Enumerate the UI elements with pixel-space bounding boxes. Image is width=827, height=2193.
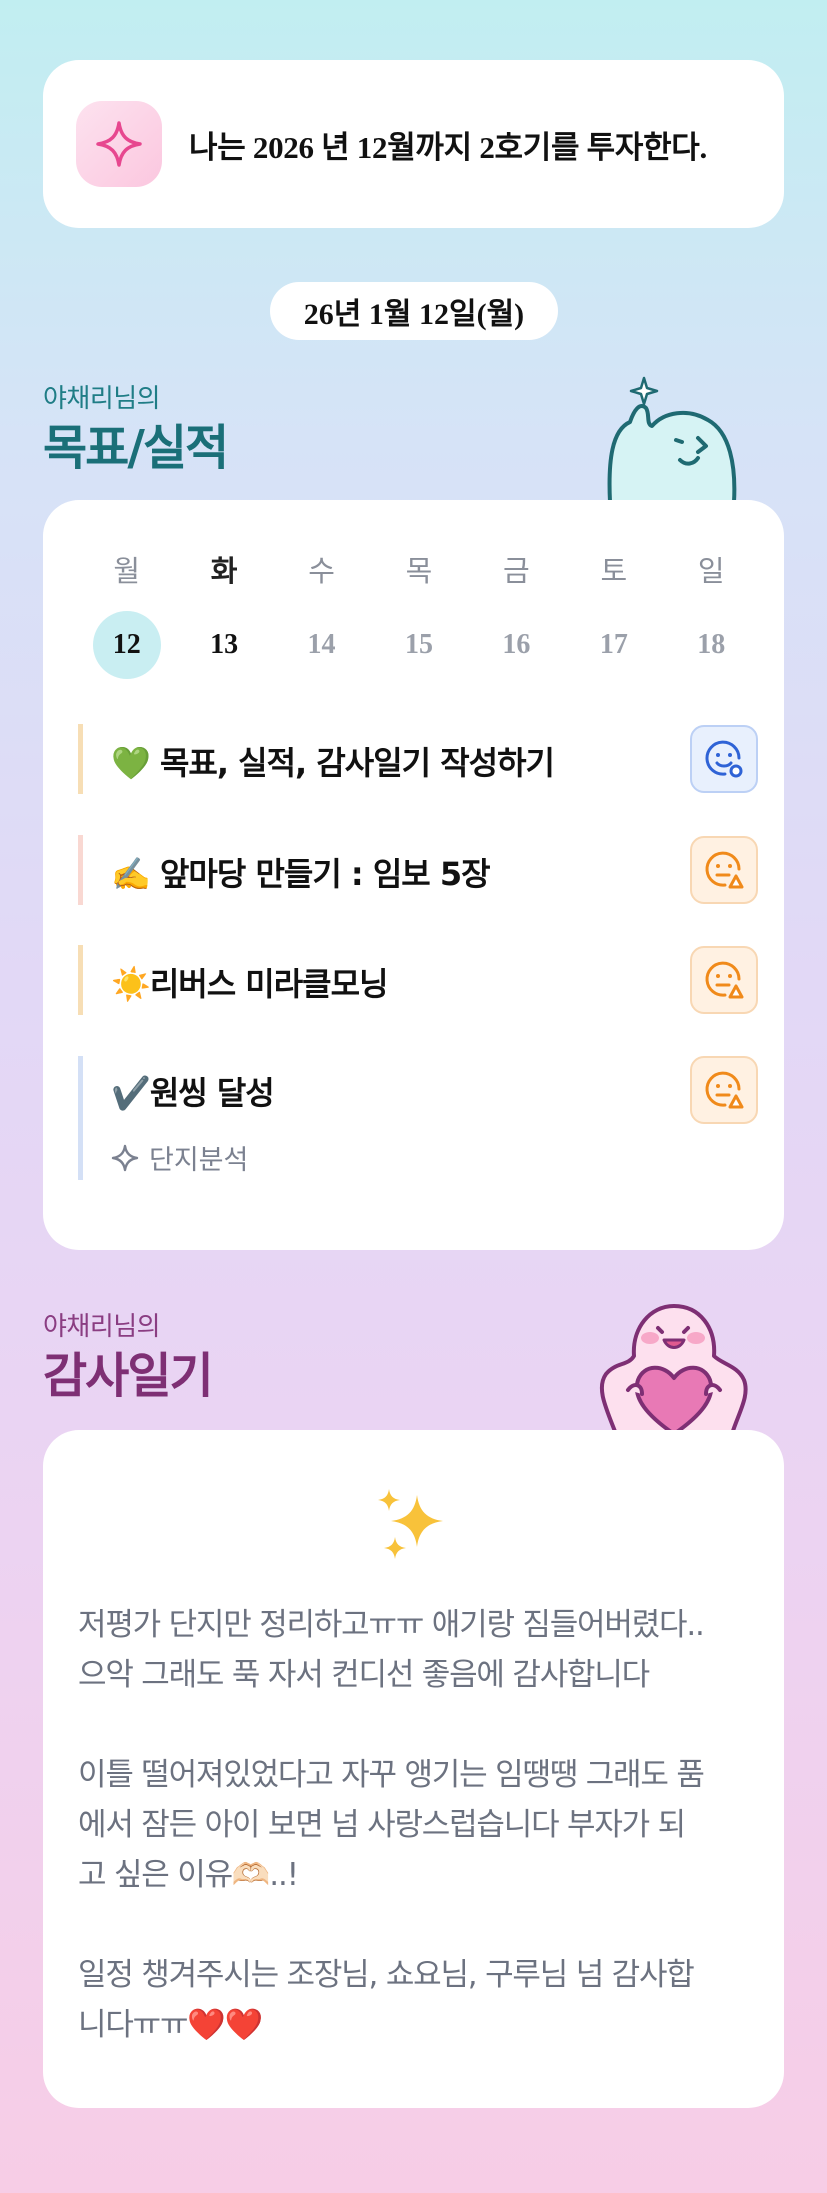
goal-text: 나는 2026 년 12월까지 2호기를 투자한다.	[189, 129, 707, 165]
date-pill: 26년 1월 12일(월)	[270, 282, 558, 340]
day-number[interactable]: 13	[175, 611, 272, 679]
mascot-illustration	[590, 370, 750, 504]
day-row: 12 13 14 15 16 17 18	[78, 611, 760, 679]
diary-line: 이틀 떨어져있었다고 자꾸 앵기는 임땡땡 그래도 품	[78, 1757, 705, 1793]
day-selected[interactable]: 12	[78, 611, 175, 679]
task-label: ✔️원씽 달성	[111, 1074, 275, 1112]
weekday-label: 월	[113, 554, 141, 588]
smile-icon	[705, 740, 743, 778]
weekday-label: 일	[697, 554, 725, 588]
neutral-face-icon	[705, 851, 744, 889]
diary-line: 으악 그래도 푹 자서 컨디선 좋음에 감사합니다	[78, 1657, 650, 1693]
goal-card: 나는 2026 년 12월까지 2호기를 투자한다.	[43, 60, 784, 228]
day-number[interactable]: 14	[273, 611, 370, 679]
weekday-label: 금	[503, 554, 530, 588]
diary-line: 저평가 단지만 정리하고ㅠㅠ 애기랑 짐들어버렸다..	[78, 1607, 705, 1643]
task-status-button[interactable]	[690, 725, 758, 793]
diary-text: 저평가 단지만 정리하고ㅠㅠ 애기랑 짐들어버렸다.. 으악 그래도 푹 자서 …	[78, 1600, 758, 2050]
task-label: 💚 목표, 실적, 감사일기 작성하기	[111, 744, 555, 782]
day-number[interactable]: 18	[663, 611, 760, 679]
weekday-label: 목	[405, 554, 433, 588]
task-status-button[interactable]	[690, 836, 758, 904]
task-label: ☀️리버스 미라클모닝	[111, 965, 389, 1003]
mascot-heart-illustration	[588, 1298, 758, 1436]
weekday-label: 토	[600, 554, 628, 588]
task-status-button[interactable]	[690, 946, 758, 1014]
neutral-face-icon	[705, 1071, 744, 1109]
sparkles-icon	[373, 1485, 453, 1565]
weekday-label: 수	[308, 554, 335, 588]
day-number[interactable]: 15	[370, 611, 467, 679]
task-label: ✍️ 앞마당 만들기 : 임보 5장	[111, 855, 491, 893]
gratitude-section-title: 감사일기	[43, 1348, 214, 1404]
weekday-row: 월 화 수 목 금 토 일	[78, 548, 760, 590]
task-item: ✔️원씽 달성 단지분석	[78, 1056, 758, 1180]
day-number[interactable]: 16	[468, 611, 565, 679]
task-item: 💚 목표, 실적, 감사일기 작성하기	[78, 724, 758, 794]
diary-line: 니다ㅠㅠ❤️❤️	[78, 2007, 263, 2043]
diary-line: 에서 잠든 아이 보면 넘 사랑스럽습니다 부자가 되	[78, 1807, 686, 1843]
gratitude-card: 저평가 단지만 정리하고ㅠㅠ 애기랑 짐들어버렸다.. 으악 그래도 푹 자서 …	[43, 1430, 784, 2108]
day-number[interactable]: 17	[565, 611, 662, 679]
sparkle-outline-icon	[111, 1144, 139, 1171]
day-number: 12	[92, 611, 161, 679]
subtask-link[interactable]: 단지분석	[111, 1138, 248, 1177]
neutral-face-icon	[705, 961, 744, 999]
task-status-button[interactable]	[690, 1056, 758, 1124]
weekday-label: 화	[210, 554, 238, 588]
diary-line: 일정 챙겨주시는 조장님, 쇼요님, 구루님 넘 감사합	[78, 1957, 695, 1993]
diary-line	[78, 1700, 758, 1750]
goals-section-title: 목표/실적	[43, 420, 229, 476]
diary-line	[78, 1900, 758, 1950]
subtask-label: 단지분석	[149, 1145, 249, 1176]
goals-card: 월 화 수 목 금 토 일 12 13 14 15 16 17 18 💚 목표,…	[43, 500, 784, 1250]
sparkle-icon	[76, 101, 162, 187]
diary-line: 고 싶은 이유🫶🏻..!	[78, 1857, 299, 1893]
task-item: ☀️리버스 미라클모닝	[78, 945, 758, 1015]
task-item: ✍️ 앞마당 만들기 : 임보 5장	[78, 835, 758, 905]
